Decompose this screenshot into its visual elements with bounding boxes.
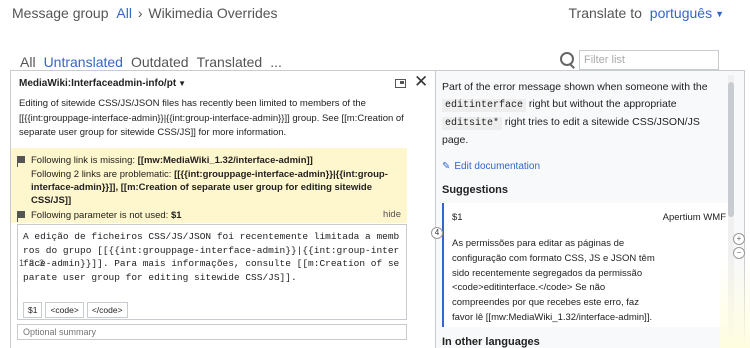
flag-icon — [17, 156, 25, 167]
doc-text-part: right but without the appropriate — [526, 98, 677, 110]
filter-list-input[interactable] — [579, 50, 719, 70]
translate-to: Translate to português ▼ — [569, 5, 725, 21]
warning-text: Following 2 links are problematic: — [31, 169, 175, 180]
warning-text: Following link is missing: — [31, 155, 138, 166]
language-selector[interactable]: português — [650, 5, 712, 21]
chevron-down-icon[interactable]: ▼ — [178, 79, 186, 88]
group-all-link[interactable]: All — [116, 5, 132, 21]
translate-to-label: Translate to — [568, 5, 642, 21]
top-bar: Message group All › Wikimedia Overrides … — [0, 0, 750, 28]
minus-icon[interactable]: − — [733, 247, 745, 259]
breadcrumb-separator: › — [137, 5, 143, 21]
expand-icon[interactable] — [395, 79, 406, 88]
translation-textarea[interactable]: A edição de ficheiros CSS/JS/JSON foi re… — [17, 224, 407, 320]
insertables: $1 <code> </code> — [23, 302, 128, 318]
edit-documentation-label: Edit documentation — [454, 161, 541, 172]
editor-right-column: Part of the error message shown when som… — [435, 71, 744, 348]
warning-text: Following parameter is not used: — [31, 210, 171, 221]
group-name: Wikimedia Overrides — [148, 5, 278, 21]
message-documentation: Part of the error message shown when som… — [442, 79, 712, 149]
translation-text[interactable]: A edição de ficheiros CSS/JS/JSON foi re… — [23, 230, 403, 284]
warning-unused-param: Following parameter is not used: $1 — [17, 209, 182, 222]
message-group-breadcrumb: Message group All › Wikimedia Overrides — [12, 5, 278, 21]
insert-code-close-button[interactable]: </code> — [86, 302, 128, 318]
doc-code: editinterface — [442, 99, 527, 112]
shortcut-numbers: 1 2 3 — [19, 258, 44, 268]
close-icon[interactable]: ✕ — [414, 73, 428, 90]
suggestion-text: As permissões para editar as páginas de … — [452, 238, 655, 323]
translation-editor-panel: MediaWiki:Interfaceadmin-info/pt ▼ ✕ Edit… — [10, 70, 745, 348]
shortcut-2: 2 — [29, 258, 35, 268]
doc-text-part: Part of the error message shown when som… — [442, 81, 708, 93]
suggestion-count-badge: 4 — [431, 227, 443, 239]
pencil-icon: ✎ — [442, 161, 451, 172]
insert-code-open-button[interactable]: <code> — [45, 302, 84, 318]
search-icon[interactable] — [559, 51, 576, 68]
shortcut-3: 3 — [39, 258, 45, 268]
shortcut-1: 1 — [19, 258, 25, 268]
insert-param-button[interactable]: $1 — [23, 302, 43, 318]
scrollbar-thumb[interactable] — [728, 82, 734, 217]
flag-icon — [17, 211, 25, 222]
editor-left-column: MediaWiki:Interfaceadmin-info/pt ▼ ✕ Edit… — [11, 71, 434, 348]
other-languages-heading: In other languages — [442, 336, 540, 348]
decorative-highlight — [720, 256, 750, 348]
side-controls: + − — [733, 233, 745, 259]
warning-detail: [[mw:MediaWiki_1.32/interface-admin]] — [137, 155, 313, 166]
message-group-label: Message group — [12, 5, 109, 21]
suggestion-number: $1 — [452, 212, 463, 223]
summary-input[interactable] — [17, 324, 407, 340]
chevron-down-icon[interactable]: ▼ — [715, 9, 724, 19]
suggestions-heading: Suggestions — [442, 184, 509, 196]
message-key[interactable]: MediaWiki:Interfaceadmin-info/pt ▼ — [19, 78, 186, 89]
suggestion-item[interactable]: $1 Apertium WMF As permissões para edita… — [442, 203, 732, 327]
warning-missing-link: Following link is missing: [[mw:MediaWik… — [17, 154, 313, 167]
edit-documentation-link[interactable]: ✎ Edit documentation — [442, 161, 540, 172]
warning-detail: $1 — [170, 210, 182, 221]
suggestion-source: Apertium WMF — [662, 212, 726, 223]
warnings-box: Following link is missing: [[mw:MediaWik… — [11, 148, 407, 223]
hide-warnings-link[interactable]: hide — [383, 209, 401, 220]
source-message: Editing of sitewide CSS/JS/JSON files ha… — [19, 98, 404, 138]
message-key-label: MediaWiki:Interfaceadmin-info/pt — [19, 78, 177, 89]
plus-icon[interactable]: + — [733, 233, 745, 245]
doc-code: editsite* — [442, 117, 503, 130]
warning-problematic-links: Following 2 links are problematic: [[{{i… — [17, 168, 397, 207]
